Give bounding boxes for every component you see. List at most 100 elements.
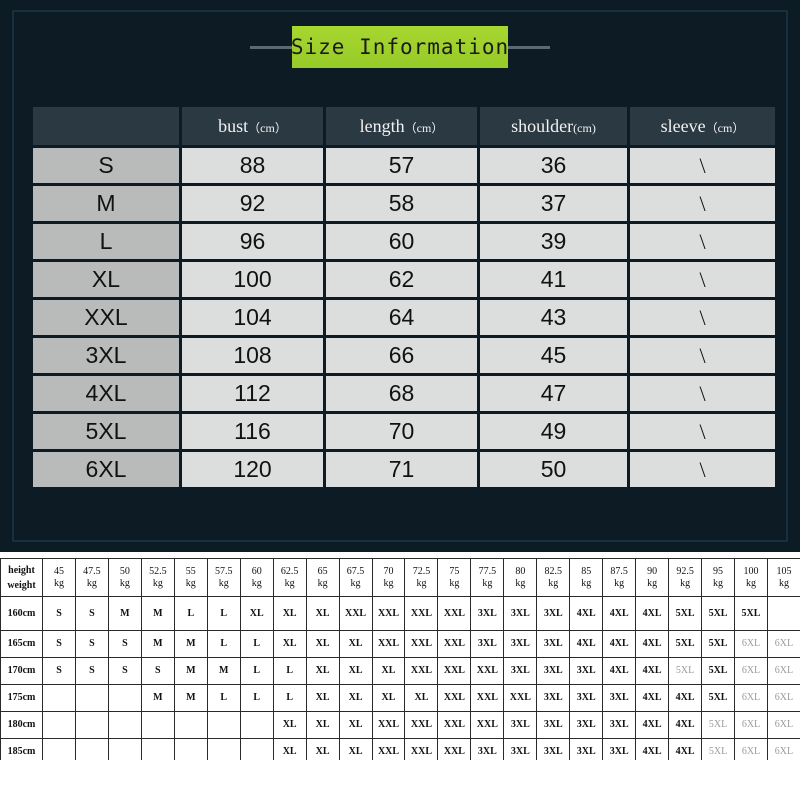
- table-row: 4XL 112 68 47 \: [33, 376, 775, 411]
- size-recommendation-cell: M: [140, 684, 175, 712]
- weight-unit: kg: [218, 577, 229, 589]
- length-cell: 71: [326, 452, 477, 487]
- size-recommendation-cell: XXL: [437, 711, 472, 739]
- size-recommendation-cell: [206, 711, 241, 739]
- size-recommendation-cell: 3XL: [470, 596, 505, 631]
- length-cell: 60: [326, 224, 477, 259]
- size-recommendation-cell: M: [140, 596, 175, 631]
- weight-unit: kg: [86, 577, 97, 589]
- weight-unit: kg: [416, 577, 427, 589]
- weight-column-header: 45 kg: [42, 558, 76, 597]
- size-recommendation-cell: 4XL: [569, 596, 604, 631]
- size-recommendation-cell: S: [107, 630, 142, 658]
- size-recommendation-cell: S: [42, 630, 76, 658]
- size-recommendation-cell: [140, 711, 175, 739]
- table-row: M 92 58 37 \: [33, 186, 775, 221]
- table-row: 170cm S S S S M M L L XL XL XL XXL XXL XXL 3XL 3XL 3XL 4XL…: [0, 657, 800, 685]
- bust-cell: 92: [182, 186, 323, 221]
- weight-unit: kg: [581, 577, 592, 589]
- weight-unit: kg: [383, 577, 394, 589]
- weight-value: 75: [449, 566, 460, 577]
- weight-value: 55: [185, 566, 196, 577]
- size-recommendation-cell: M: [173, 630, 208, 658]
- length-header-label: length: [359, 115, 405, 136]
- weight-column-header: 72.5 kg: [404, 558, 439, 597]
- size-recommendation-cell: 3XL: [536, 596, 571, 631]
- weight-unit: kg: [680, 577, 691, 589]
- bottom-filler: [0, 760, 800, 800]
- size-recommendation-cell: 5XL: [701, 711, 736, 739]
- size-label-cell: XL: [33, 262, 179, 297]
- weight-unit: kg: [185, 577, 196, 589]
- weight-column-header: 62.5 kg: [272, 558, 307, 597]
- shoulder-cell: 45: [480, 338, 627, 373]
- size-recommendation-cell: XXL: [437, 657, 472, 685]
- size-recommendation-cell: S: [74, 630, 109, 658]
- weight-value: 105: [776, 566, 792, 577]
- weight-column-header: 67.5 kg: [338, 558, 373, 597]
- bust-cell: 88: [182, 148, 323, 183]
- bust-header-unit: （cm）: [248, 120, 287, 135]
- size-information-panel: Size Information bust（cm） length（cm） sho…: [0, 0, 800, 552]
- weight-value: 95: [713, 566, 724, 577]
- length-column-header: length（cm）: [326, 107, 477, 145]
- size-recommendation-cell: 4XL: [635, 711, 670, 739]
- size-recommendation-cell: 6XL: [766, 711, 800, 739]
- shoulder-header-label: shoulder: [511, 115, 574, 136]
- size-recommendation-cell: 5XL: [668, 657, 703, 685]
- weight-value: 70: [383, 566, 394, 577]
- size-recommendation-cell: [173, 711, 208, 739]
- weight-column-header: 92.5 kg: [668, 558, 703, 597]
- size-recommendation-cell: S: [74, 657, 109, 685]
- length-cell: 66: [326, 338, 477, 373]
- weight-column-header: 70 kg: [371, 558, 406, 597]
- weight-value: 100: [743, 566, 759, 577]
- weight-column-header: 55 kg: [173, 558, 208, 597]
- size-recommendation-cell: XXL: [371, 596, 406, 631]
- size-recommendation-cell: L: [272, 657, 307, 685]
- size-recommendation-cell: L: [239, 630, 274, 658]
- size-recommendation-cell: 5XL: [701, 596, 736, 631]
- size-recommendation-cell: S: [107, 657, 142, 685]
- weight-value: 77.5: [478, 566, 497, 577]
- size-recommendation-cell: 6XL: [766, 657, 800, 685]
- sleeve-cell: \: [630, 224, 775, 259]
- size-recommendation-cell: 6XL: [766, 630, 800, 658]
- size-recommendation-cell: XL: [305, 684, 340, 712]
- size-recommendation-cell: S: [42, 596, 76, 631]
- corner-height-label: height: [8, 564, 35, 576]
- weight-column-header: 105 kg: [766, 558, 800, 597]
- size-recommendation-cell: L: [239, 684, 274, 712]
- size-recommendation-cell: 3XL: [536, 684, 571, 712]
- shoulder-cell: 49: [480, 414, 627, 449]
- size-recommendation-cell: 6XL: [734, 684, 768, 712]
- size-recommendation-cell: 6XL: [734, 630, 768, 658]
- weight-column-header: 95 kg: [701, 558, 736, 597]
- length-cell: 70: [326, 414, 477, 449]
- weight-column-header: 52.5 kg: [140, 558, 175, 597]
- size-recommendation-cell: XXL: [404, 657, 439, 685]
- weight-unit: kg: [482, 577, 493, 589]
- height-row-label: 165cm: [0, 630, 43, 658]
- size-recommendation-cell: 3XL: [569, 711, 604, 739]
- weight-unit: kg: [251, 577, 262, 589]
- size-recommendation-cell: 6XL: [734, 711, 768, 739]
- size-recommendation-cell: [74, 684, 109, 712]
- size-recommendation-cell: XL: [338, 711, 373, 739]
- length-header-unit: （cm）: [404, 120, 444, 135]
- size-recommendation-cell: 3XL: [503, 657, 538, 685]
- table-row: 160cm S S M M L L XL XL XL XXL XXL XXL XXL 3XL 3XL 3XL 4X…: [0, 596, 800, 631]
- size-recommendation-cell: XXL: [404, 596, 439, 631]
- size-recommendation-cell: 4XL: [635, 684, 670, 712]
- size-recommendation-cell: XXL: [470, 711, 505, 739]
- size-recommendation-cell: L: [206, 684, 241, 712]
- size-recommendation-cell: 3XL: [536, 657, 571, 685]
- weight-column-header: 85 kg: [569, 558, 604, 597]
- weight-unit: kg: [152, 577, 163, 589]
- size-label-cell: L: [33, 224, 179, 259]
- bust-cell: 104: [182, 300, 323, 335]
- table-row: 5XL 116 70 49 \: [33, 414, 775, 449]
- bust-header-label: bust: [218, 115, 249, 136]
- table-row: 3XL 108 66 45 \: [33, 338, 775, 373]
- weight-unit: kg: [53, 577, 64, 589]
